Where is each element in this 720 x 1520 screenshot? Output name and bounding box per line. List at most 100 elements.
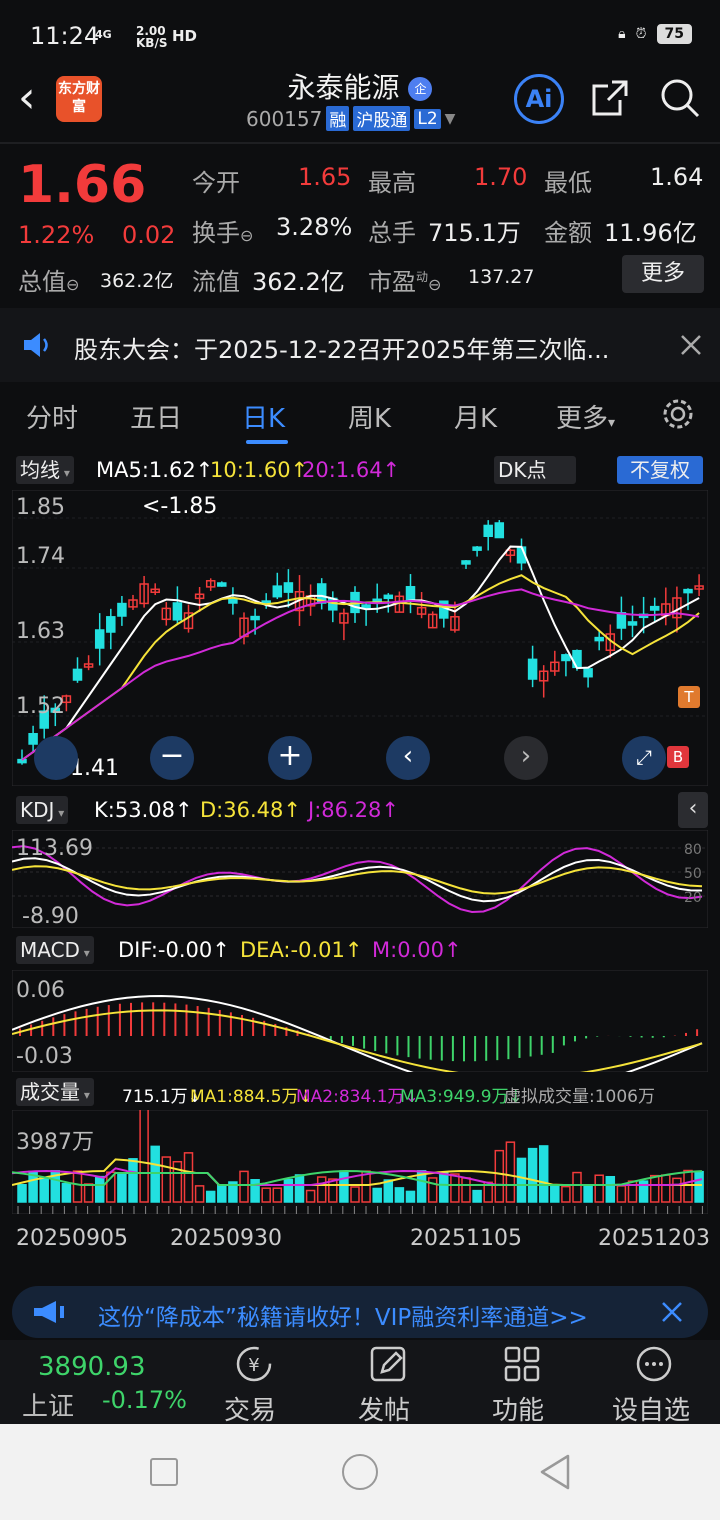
divider [0,142,720,144]
more-dots-icon [636,1346,672,1382]
volume-bar [649,1174,660,1203]
recents-button[interactable] [150,1458,178,1486]
volume-bar [561,1185,571,1203]
change-percent: 1.22% [18,221,95,249]
network-speed: 2.00 KB/S [136,24,168,50]
macd-dif: DIF:-0.00↑ [118,938,230,962]
nav-add-watchlist[interactable]: 设自选 [612,1340,702,1426]
kline-chart-area[interactable]: 均线 ▾ MA5:1.62↑ 10:1.60↑ 20:1.64↑ DK点 不复权… [0,450,720,1280]
macd-m: M:0.00↑ [372,938,462,962]
turnover-value: 3.28% [276,213,353,241]
zoom-out-button[interactable]: − [150,736,194,780]
pan-right-button[interactable]: › [504,736,548,780]
candle-body [383,594,394,600]
volume-label: 总手 [368,219,416,247]
network-indicator: 4G [95,28,112,41]
tab-intraday[interactable]: 分时 [26,398,78,435]
ai-button[interactable]: Ai [514,74,564,124]
macd-dea-line [12,1009,703,1072]
low-value: 1.64 [650,163,704,191]
candle-body [117,602,127,617]
svg-text:¥: ¥ [248,1355,259,1376]
volume-bar [194,1185,205,1203]
kdj-select[interactable]: KDJ ▾ [16,796,69,824]
pe-label: 市盈动⊖ [368,268,442,296]
pan-left-button[interactable]: ‹ [386,736,430,780]
index-change[interactable]: -0.17% [102,1386,187,1414]
nav-functions[interactable]: 功能 [490,1340,560,1426]
info-icon[interactable]: ⊖ [428,275,441,294]
y-label: 1.85 [16,495,65,520]
volume-bar [72,1170,83,1203]
fq-button[interactable]: 不复权 [617,456,703,484]
app-screen: 11:24 4G 2.00 KB/S HD 🔒︎ ⏰︎ 75 ‹ 东方财富 永泰能… [0,0,720,1520]
kdj-d: D:36.48↑ [200,798,301,822]
candle-body [272,585,283,598]
tab-monthly-k[interactable]: 月K [454,398,497,435]
tab-five-day[interactable]: 五日 [130,398,182,435]
nav-trade[interactable]: ¥ 交易 [220,1340,290,1426]
zoom-in-button[interactable]: + [268,736,312,780]
volume-bar [283,1178,294,1203]
volume-chart[interactable] [12,1110,708,1214]
high-label: 最高 [368,169,416,197]
date-label: 20250930 [170,1226,282,1251]
macd-chart[interactable] [12,970,708,1072]
ma10-label: 10:1.60↑ [210,458,309,482]
draw-tool-button[interactable] [34,736,78,780]
nav-post[interactable]: 发帖 [356,1340,426,1426]
battery-icon: 75 [656,24,692,44]
candle-body [106,616,116,633]
gear-icon[interactable] [660,396,696,432]
candle-body [405,586,416,602]
y-label: 1.52 [16,694,65,719]
collapse-button[interactable]: ‹ [678,792,708,828]
info-icon[interactable]: ⊖ [66,275,79,294]
signal-t-marker[interactable]: T [678,686,700,708]
yuan-icon: ¥ [236,1346,272,1382]
home-button[interactable] [342,1454,378,1490]
info-icon[interactable]: ⊖ [240,226,253,245]
kdj-chart[interactable] [12,830,708,928]
vol-virtual: 虚拟成交量:1006万 [504,1087,655,1107]
macd-dea: DEA:-0.01↑ [240,938,363,962]
back-nav-button[interactable] [538,1454,572,1490]
candle-body [72,668,83,681]
kdj-top-label: 113.69 [16,836,93,861]
volume-bar [383,1179,394,1203]
tab-more[interactable]: 更多▾ [556,398,615,435]
volume-select[interactable]: 成交量 ▾ [16,1078,94,1106]
candle-body [649,605,660,611]
signal-b-marker[interactable]: B [667,746,689,768]
promo-banner[interactable]: 这份“降成本”秘籍请收好！VIP融资利率通道>> [12,1286,708,1338]
index-value[interactable]: 3890.93 [38,1352,146,1382]
index-name[interactable]: 上证 [22,1386,74,1423]
share-icon[interactable] [590,76,632,118]
dk-select[interactable]: DK点 [494,456,576,484]
kdj-k: K:53.08↑ [94,798,193,822]
system-nav-bar [0,1424,720,1520]
chart-border [12,830,708,928]
stock-code-row[interactable]: 600157 融 沪股通 L2 ▼ [246,106,455,131]
ma-select[interactable]: 均线 ▾ [16,456,74,484]
candle-body [172,602,183,621]
volume-bar [239,1170,249,1203]
candle-body [228,598,238,604]
macd-select[interactable]: MACD ▾ [16,936,94,964]
volume-bar [694,1170,704,1203]
volume-bar [305,1189,316,1203]
more-button[interactable]: 更多 [622,255,704,293]
mktcap-label: 总值⊖ [18,268,80,296]
tab-daily-k[interactable]: 日K [242,398,285,435]
fullscreen-button[interactable]: ⤢ [622,736,666,780]
close-icon[interactable] [680,334,702,356]
close-icon[interactable] [660,1300,684,1324]
search-icon[interactable] [658,76,702,120]
notice-banner[interactable]: 股东大会：于2025-12-22召开2025年第三次临... [0,308,720,382]
candlestick-chart[interactable] [12,490,708,786]
candle-body [283,582,294,593]
tab-weekly-k[interactable]: 周K [348,398,391,435]
volume-bar [294,1174,305,1203]
change-amount: 0.02 [122,221,176,249]
high-value: 1.70 [474,163,528,191]
